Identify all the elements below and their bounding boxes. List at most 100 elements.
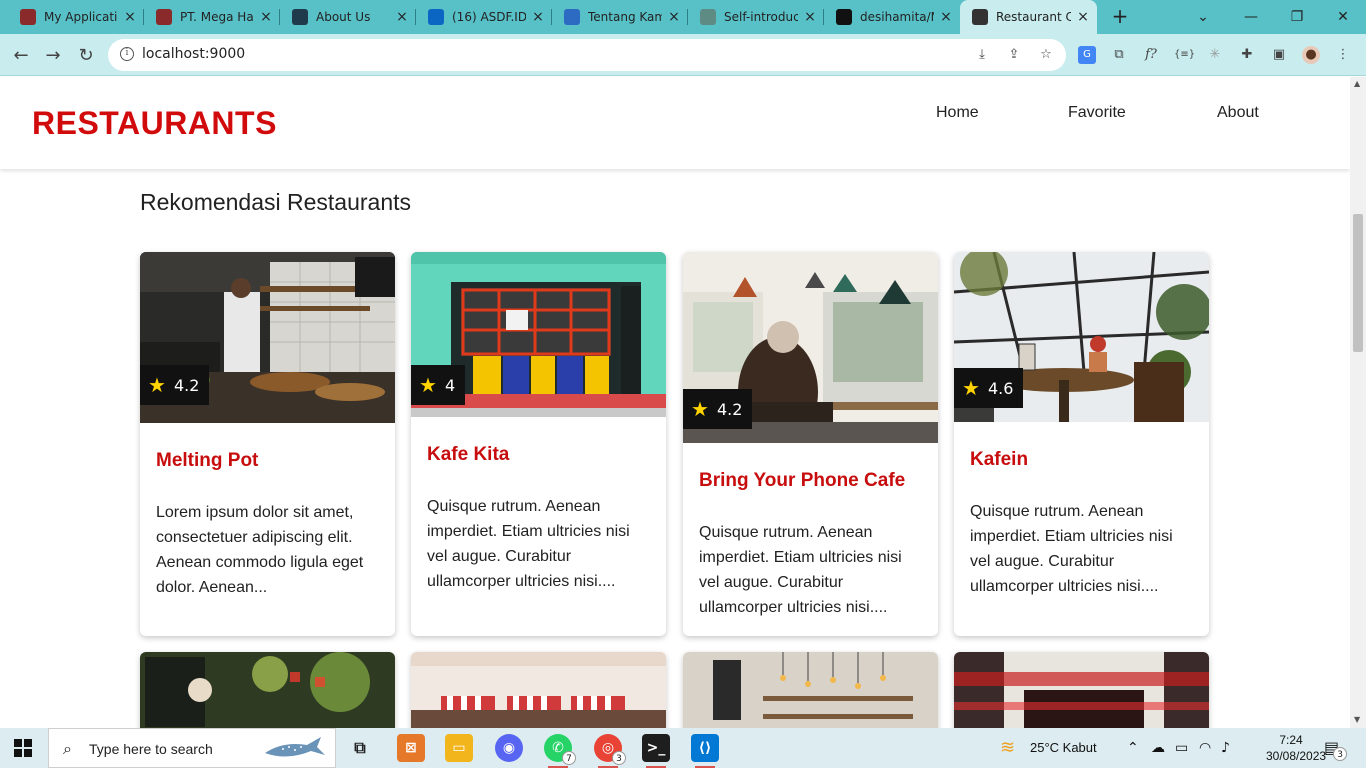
browser-tab[interactable]: Restaurant Ca × [960,0,1097,34]
close-tab-icon[interactable]: × [802,9,818,25]
close-tab-icon[interactable]: × [938,9,954,25]
battery-icon[interactable]: ▭ [1175,740,1188,756]
restaurant-card[interactable] [954,652,1209,728]
extension-spinner-icon[interactable]: ✳ [1206,46,1224,64]
restaurant-photo[interactable] [411,652,666,728]
restaurant-name[interactable]: Melting Pot [156,450,258,472]
terminal-icon[interactable]: >_ [642,734,670,768]
install-app-icon[interactable]: ⤓ [974,47,990,63]
search-placeholder[interactable]: Type here to search [89,741,213,757]
restaurant-photo[interactable] [954,652,1209,728]
rating-badge: ★ 4.2 [140,365,210,405]
json-extension-icon[interactable]: {≡} [1174,46,1195,64]
nav-home-link[interactable]: Home [936,104,979,122]
restore-button[interactable]: ❐ [1274,0,1320,34]
close-tab-icon[interactable]: × [530,9,546,25]
star-favicon-icon [156,9,172,25]
star-icon: ★ [962,376,980,400]
browser-tab-label: (16) ASDF.ID: [452,10,526,24]
taskbar-clock[interactable]: 7:24 30/08/2023 [1266,732,1327,764]
page-scrollbar[interactable]: ▲ ▼ [1350,77,1366,728]
xampp-icon[interactable]: ⊠ [397,734,425,762]
address-bar[interactable]: i localhost:9000 ⤓ ⇪ ☆ [108,39,1066,71]
rating-badge: ★ 4.2 [683,389,753,429]
close-tab-icon[interactable]: × [394,9,410,25]
site-brand[interactable]: RESTAURANTS [32,105,277,142]
clock-date: 30/08/2023 [1266,749,1327,763]
linkedin-favicon-icon [428,9,444,25]
close-tab-icon[interactable]: × [258,9,274,25]
new-tab-button[interactable]: + [1108,5,1132,29]
file-explorer-icon[interactable]: ▭ [445,734,473,762]
windows-start-icon[interactable] [14,739,32,757]
chrome-icon[interactable]: ◎ 3 [594,734,626,768]
browser-menu-icon[interactable]: ⋮ [1334,46,1352,64]
close-tab-icon[interactable]: × [122,9,138,25]
whatsapp-icon[interactable]: ✆ 7 [544,734,576,768]
side-panel-icon[interactable]: ▣ [1270,46,1288,64]
restaurant-name[interactable]: Kafein [970,449,1028,471]
restaurant-name[interactable]: Kafe Kita [427,444,509,466]
url-text[interactable]: localhost:9000 [142,46,245,62]
restaurant-card[interactable] [683,652,938,728]
restaurant-photo[interactable]: ★ 4.6 [954,252,1209,422]
close-tab-icon[interactable]: × [666,9,682,25]
translate-extension-icon[interactable]: G [1078,46,1096,64]
weather-text[interactable]: 25°C Kabut [1030,740,1097,755]
browser-tab[interactable]: Self-introduct × [688,0,824,34]
profile-avatar-icon[interactable]: ● [1302,46,1320,64]
share-icon[interactable]: ⇪ [1006,47,1022,63]
wifi-icon[interactable]: ◠ [1199,740,1211,756]
vscode-icon[interactable]: ⟨⟩ [691,734,719,768]
nav-about-link[interactable]: About [1217,104,1259,122]
restaurant-photo[interactable]: ★ 4.2 [683,252,938,443]
whatsapp-badge: 7 [562,751,576,765]
reader-extension-icon[interactable]: ⧉ [1110,46,1128,64]
onedrive-cloud-icon[interactable]: ☁ [1151,740,1165,756]
weather-fog-icon[interactable]: ≋ [1000,737,1015,758]
back-arrow-icon[interactable]: ← [9,43,33,67]
restaurant-card[interactable]: ★ 4.6 Kafein Quisque rutrum. Aenean impe… [954,252,1209,636]
restaurant-card[interactable] [140,652,395,728]
formula-extension-icon[interactable]: f? [1142,46,1160,64]
browser-tab[interactable]: desihamita/M × [824,0,960,34]
restaurant-photo[interactable] [683,652,938,728]
bookmark-star-icon[interactable]: ☆ [1038,47,1054,63]
minimize-button[interactable]: — [1228,0,1274,34]
scroll-down-arrow-icon[interactable]: ▼ [1354,715,1360,724]
reload-icon[interactable]: ↻ [74,43,98,67]
tab-search-chevron-icon[interactable]: ⌄ [1180,0,1226,34]
browser-tab[interactable]: PT. Mega Har × [144,0,280,34]
restaurant-card[interactable]: ★ 4.2 Melting Pot Lorem ipsum dolor sit … [140,252,395,636]
star-icon: ★ [691,397,709,421]
browser-tab[interactable]: My Applicatio × [8,0,144,34]
site-info-icon[interactable]: i [120,47,134,61]
task-view-icon[interactable]: ⧉ [346,734,374,762]
restaurant-card[interactable]: ★ 4 Kafe Kita Quisque rutrum. Aenean imp… [411,252,666,636]
restaurant-photo[interactable]: ★ 4.2 [140,252,395,423]
restaurant-card[interactable] [411,652,666,728]
extensions-puzzle-icon[interactable]: ✚ [1238,46,1256,64]
browser-tab[interactable]: (16) ASDF.ID: × [416,0,552,34]
restaurant-photo[interactable] [140,652,395,728]
nav-favorite-link[interactable]: Favorite [1068,104,1126,122]
scroll-up-arrow-icon[interactable]: ▲ [1354,79,1360,88]
restaurant-card[interactable]: ★ 4.2 Bring Your Phone Cafe Quisque rutr… [683,252,938,636]
forward-arrow-icon[interactable]: → [41,43,65,67]
notification-center-icon[interactable]: ▤ 3 [1324,738,1348,761]
taskbar-search-box[interactable]: ⌕ Type here to search [48,728,336,768]
tray-chevron-up-icon[interactable]: ⌃ [1127,740,1139,756]
discord-icon[interactable]: ◉ [495,734,523,762]
close-tab-icon[interactable]: × [1075,9,1091,25]
browser-tab[interactable]: About Us × [280,0,416,34]
scrollbar-thumb[interactable] [1353,214,1363,352]
whale-shark-search-art-icon [265,737,325,757]
browser-tab[interactable]: Tentang Kam × [552,0,688,34]
k-logo-favicon-icon [292,9,308,25]
browser-tab-label: Self-introduct [724,10,798,24]
restaurant-name[interactable]: Bring Your Phone Cafe [699,470,905,492]
close-window-button[interactable]: ✕ [1320,0,1366,34]
volume-icon[interactable]: ♪ [1221,740,1230,756]
rating-badge: ★ 4.6 [954,368,1024,408]
restaurant-photo[interactable]: ★ 4 [411,252,666,417]
